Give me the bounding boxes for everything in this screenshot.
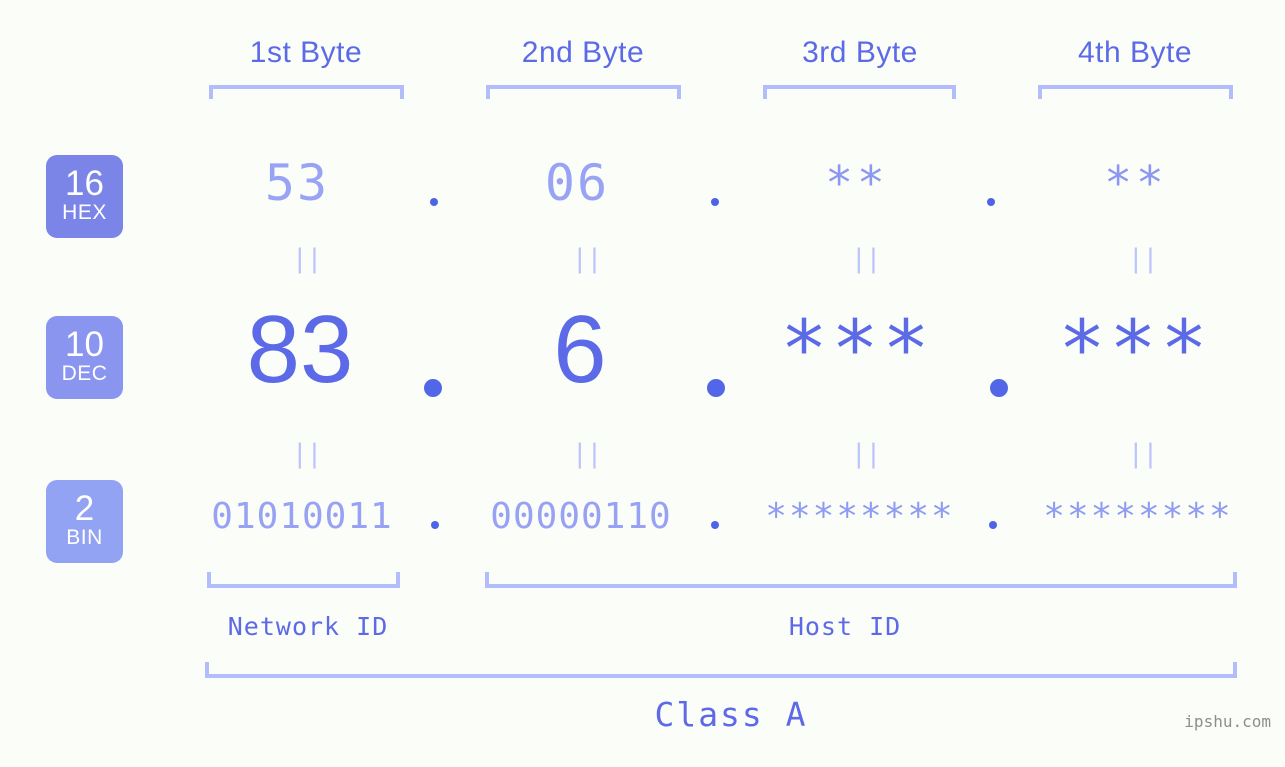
ip-address-breakdown-diagram: 1st Byte 2nd Byte 3rd Byte 4th Byte 16 H… xyxy=(0,0,1285,767)
site-watermark: ipshu.com xyxy=(1184,712,1271,731)
class-label: Class A xyxy=(654,695,808,734)
hex-octet-3: ** xyxy=(825,156,889,210)
byte-bracket-2 xyxy=(486,85,681,99)
network-id-label: Network ID xyxy=(227,612,389,641)
equals-marker-hex-dec-3: || xyxy=(851,244,881,274)
byte-bracket-3 xyxy=(763,85,956,99)
hex-separator-dot-3 xyxy=(987,198,995,206)
class-bracket xyxy=(205,662,1237,678)
bin-separator-dot-3 xyxy=(989,521,997,529)
hex-separator-dot-1 xyxy=(430,198,438,206)
bin-octet-1: 01010011 xyxy=(211,496,393,537)
byte-heading-2: 2nd Byte xyxy=(521,36,645,69)
equals-marker-hex-dec-2: || xyxy=(572,244,602,274)
dec-octet-3: *** xyxy=(780,305,934,395)
base-badge-bin: 2 BIN xyxy=(46,480,123,563)
base-badge-hex: 16 HEX xyxy=(46,155,123,238)
dec-octet-1: 83 xyxy=(246,296,354,403)
hex-octet-4: ** xyxy=(1104,156,1168,210)
byte-bracket-4 xyxy=(1038,85,1233,99)
base-badge-dec: 10 DEC xyxy=(46,316,123,399)
base-badge-dec-number: 10 xyxy=(65,325,104,364)
bin-octet-3: ******** xyxy=(765,496,955,537)
equals-marker-hex-dec-4: || xyxy=(1128,244,1158,274)
host-id-bracket xyxy=(485,572,1237,588)
equals-marker-dec-bin-2: || xyxy=(572,439,602,469)
equals-marker-dec-bin-1: || xyxy=(292,439,322,469)
dec-separator-dot-2 xyxy=(707,379,725,397)
byte-heading-3: 3rd Byte xyxy=(802,36,918,69)
bin-separator-dot-1 xyxy=(431,521,439,529)
network-id-bracket xyxy=(207,572,400,588)
dec-octet-2: 6 xyxy=(553,296,607,403)
base-badge-dec-name: DEC xyxy=(61,362,108,385)
byte-heading-4: 4th Byte xyxy=(1077,36,1193,69)
dec-octet-4: *** xyxy=(1058,305,1212,395)
base-badge-hex-number: 16 xyxy=(65,164,104,203)
byte-heading-1: 1st Byte xyxy=(249,36,363,69)
base-badge-hex-name: HEX xyxy=(62,201,107,224)
equals-marker-dec-bin-4: || xyxy=(1128,439,1158,469)
hex-separator-dot-2 xyxy=(711,198,719,206)
hex-octet-1: 53 xyxy=(264,154,330,212)
equals-marker-hex-dec-1: || xyxy=(292,244,322,274)
base-badge-bin-name: BIN xyxy=(66,526,103,549)
bin-octet-4: ******** xyxy=(1043,496,1233,537)
hex-octet-2: 06 xyxy=(544,154,610,212)
dec-separator-dot-3 xyxy=(990,379,1008,397)
byte-bracket-1 xyxy=(209,85,404,99)
dec-separator-dot-1 xyxy=(424,379,442,397)
base-badge-bin-number: 2 xyxy=(74,489,95,528)
bin-separator-dot-2 xyxy=(711,521,719,529)
equals-marker-dec-bin-3: || xyxy=(851,439,881,469)
bin-octet-2: 00000110 xyxy=(490,496,672,537)
host-id-label: Host ID xyxy=(788,612,902,641)
